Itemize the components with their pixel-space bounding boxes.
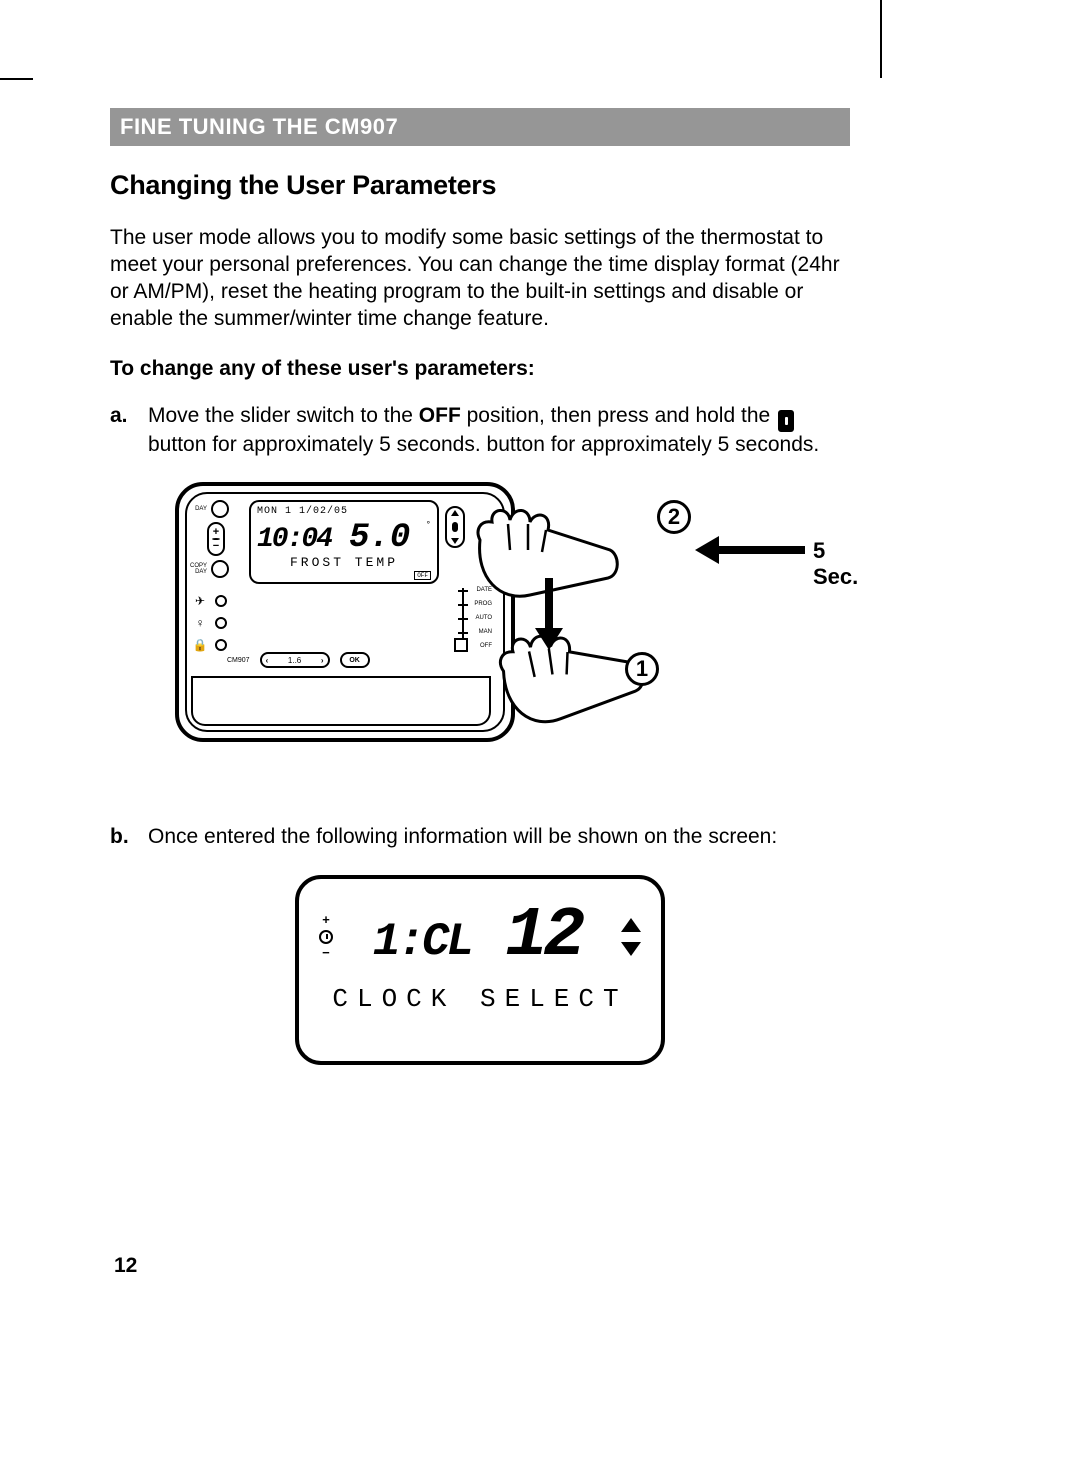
figure-screen: + − 1:CL 12 CLOCK SELECT [295, 875, 665, 1065]
lcd-screen: MON 1 1/02/05 10:04 5.0 ° FROST TEMP OFF [249, 500, 439, 584]
triangle-up-icon [621, 918, 641, 932]
slider-label: AUTO [475, 615, 492, 621]
text-run: button for approximately 5 seconds. butt… [148, 433, 819, 456]
callout-1: 1 [625, 652, 659, 686]
time-buttons: +− [207, 522, 245, 556]
plus-minus-pill: +− [207, 522, 225, 556]
triangle-down-icon [451, 538, 459, 544]
section-heading: Changing the User Parameters [110, 170, 850, 201]
plus-icon: + [322, 913, 330, 928]
left-buttons: DAY +− COPY DAY [189, 500, 245, 582]
info-button-icon [778, 410, 794, 432]
model-label: CM907 [227, 657, 250, 664]
page-number: 12 [114, 1254, 137, 1278]
triangle-up-icon [451, 510, 459, 516]
bottom-controls: CM907 ‹ 1..6 › OK [227, 652, 370, 668]
arrow-down-icon [535, 578, 563, 650]
content-area: FINE TUNING THE CM907 Changing the User … [110, 108, 850, 1065]
callout-2: 2 [657, 500, 691, 534]
steps-list: a. Move the slider switch to the OFF pos… [110, 403, 850, 459]
temp-up-down [445, 506, 465, 548]
lcd-date: MON 1 1/02/05 [257, 506, 431, 517]
ring-icon [211, 560, 229, 578]
triangle-down-icon [621, 942, 641, 956]
chevron-left-icon: ‹ [266, 656, 269, 665]
lcd-off-tag: OFF [414, 571, 431, 580]
lock-icon: 🔒 [193, 638, 207, 652]
time-adjust-icon: + − [319, 913, 333, 961]
crop-mark [0, 78, 33, 80]
nav-pill: ‹ 1..6 › [260, 652, 330, 668]
lcd-temp: 5.0 [349, 519, 410, 557]
intro-paragraph: The user mode allows you to modify some … [110, 225, 850, 333]
manual-page: FINE TUNING THE CM907 Changing the User … [0, 0, 1080, 1461]
param-label: CLOCK SELECT [319, 984, 641, 1014]
crop-mark [880, 0, 882, 78]
ring-icon [211, 500, 229, 518]
chevron-right-icon: › [321, 656, 324, 665]
vacation-icon: ✈ [193, 594, 207, 608]
steps-list: b. Once entered the following informatio… [110, 824, 850, 851]
text-run: Move the slider switch to the [148, 404, 419, 427]
figure-device: DAY +− COPY DAY ✈ ♀ 🔒 [175, 482, 825, 782]
party-icon: ♀ [193, 616, 207, 630]
slider-knob [454, 638, 468, 652]
bold-off: OFF [419, 404, 461, 427]
minus-icon: − [322, 946, 330, 961]
thermometer-icon [452, 522, 458, 532]
lcd-subtitle: FROST TEMP [257, 555, 431, 570]
nav-mid: 1..6 [288, 656, 301, 665]
step-marker: a. [110, 403, 138, 459]
step-b: b. Once entered the following informatio… [110, 824, 850, 851]
step-marker: b. [110, 824, 138, 851]
lcd-time: 10:04 [257, 524, 331, 555]
text-run: position, then press and hold the [461, 404, 776, 427]
step-text: Once entered the following information w… [148, 824, 850, 851]
day-label: DAY [189, 506, 207, 512]
section-bar: FINE TUNING THE CM907 [110, 108, 850, 146]
lead-in: To change any of these user's parameters… [110, 357, 850, 381]
param-value: 12 [505, 897, 581, 976]
param-code: 1:CL [373, 916, 471, 968]
up-down-arrows [621, 918, 641, 956]
step-text: Move the slider switch to the OFF positi… [148, 403, 850, 459]
day-button: DAY [189, 500, 245, 518]
hold-duration-label: 5 Sec. [813, 538, 858, 590]
clock-icon [319, 930, 333, 944]
step-a: a. Move the slider switch to the OFF pos… [110, 403, 850, 459]
copy-day-label: COPY DAY [189, 563, 207, 575]
arrow-left-icon [695, 536, 805, 564]
degree-icon: ° [426, 520, 431, 530]
front-flap [191, 676, 491, 726]
ok-button: OK [340, 652, 370, 668]
copy-day-button: COPY DAY [189, 560, 245, 578]
thermostat-body: DAY +− COPY DAY ✈ ♀ 🔒 [175, 482, 515, 742]
mode-icons: ✈ ♀ 🔒 [193, 594, 227, 652]
